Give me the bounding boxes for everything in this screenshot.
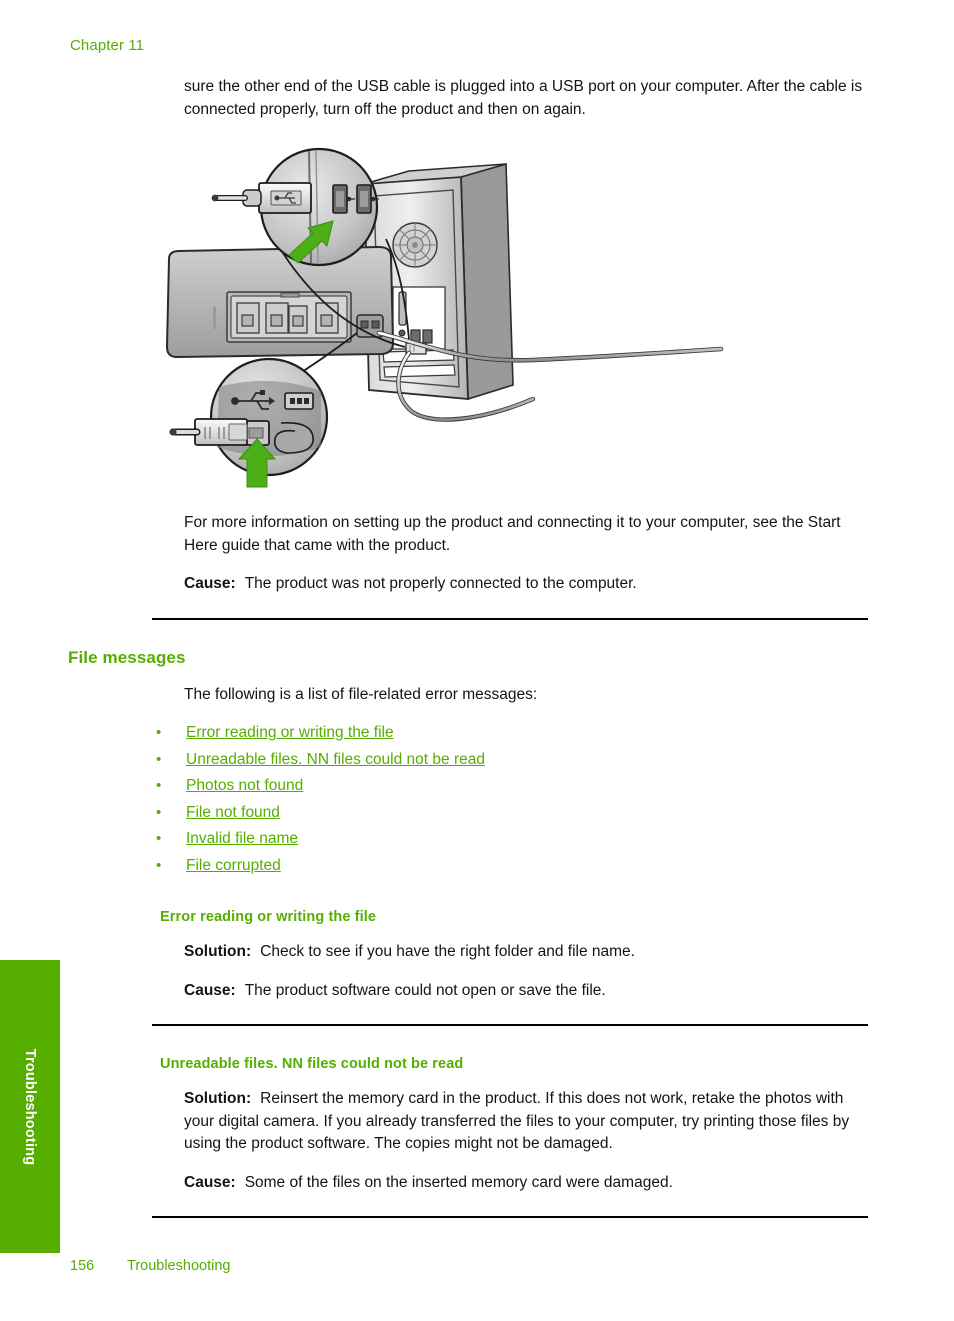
cause-label: Cause: (184, 1173, 236, 1191)
file-messages-intro: The following is a list of file-related … (184, 685, 538, 703)
side-tab-label: Troubleshooting (22, 1048, 38, 1165)
section-divider-1 (152, 617, 868, 620)
footer-section-label: Troubleshooting (127, 1258, 231, 1274)
after-figure-paragraph: For more information on setting up the p… (184, 514, 841, 554)
usb-connection-diagram (165, 147, 724, 488)
heading-error-reading-or-writing-the-file: Error reading or writing the file (160, 909, 376, 925)
bullet-icon: • (156, 750, 162, 768)
link-invalid-file-name[interactable]: Invalid file name (186, 826, 298, 853)
bullet-icon: • (156, 803, 162, 821)
cause-label: Cause: (184, 981, 236, 999)
cause-text: The product was not properly connected t… (244, 575, 637, 592)
usb-plug-inserted-computer (211, 182, 312, 214)
solution-block-error-reading: Solution: Check to see if you have the ri… (184, 941, 874, 964)
solution-text: Reinsert the memory card in the product.… (184, 1090, 850, 1152)
solution-block-unreadable-files: Solution: Reinsert the memory card in the… (184, 1088, 874, 1156)
cause-block-usb: Cause: The product was not properly conne… (184, 573, 874, 596)
heading-file-messages: File messages (68, 647, 186, 667)
page-content: sure the other end of the USB cable is p… (68, 76, 874, 1218)
link-file-not-found[interactable]: File not found (186, 800, 280, 827)
bullet-icon: • (156, 856, 162, 874)
list-item[interactable]: • File corrupted (156, 853, 874, 880)
bullet-icon: • (156, 777, 162, 794)
cause-block-unreadable-files: Cause: Some of the files on the inserted … (184, 1172, 874, 1195)
solution-label: Solution: (184, 943, 252, 960)
list-item[interactable]: • File not found (156, 800, 874, 827)
list-item[interactable]: • Unreadable files. NN files could not b… (156, 747, 874, 774)
link-file-corrupted[interactable]: File corrupted (186, 853, 281, 880)
bullet-icon: • (156, 724, 162, 741)
chapter-running-head: Chapter 11 (70, 37, 145, 54)
cause-label: Cause: (184, 575, 236, 592)
list-item[interactable]: • Photos not found (156, 773, 874, 800)
section-divider-2 (152, 1024, 868, 1026)
footer-page-number: 156 (70, 1258, 95, 1274)
tower-fan-grille (392, 222, 438, 268)
printer-rear-door-latches (236, 302, 339, 334)
cause-text: Some of the files on the inserted memory… (244, 1173, 673, 1191)
solution-text: Check to see if you have the right folde… (260, 943, 635, 960)
usb-plug-inserted-product (169, 418, 248, 446)
link-error-reading-or-writing-the-file[interactable]: Error reading or writing the file (186, 720, 394, 747)
section-divider-3 (152, 1216, 868, 1218)
side-tab-troubleshooting: Troubleshooting (0, 960, 60, 1253)
cause-block-error-reading: Cause: The product software could not ope… (184, 980, 874, 1003)
intro-paragraph: sure the other end of the USB cable is p… (184, 78, 863, 118)
link-photos-not-found[interactable]: Photos not found (186, 773, 303, 800)
secondary-port (284, 392, 314, 410)
bullet-icon: • (156, 830, 162, 847)
page-footer: 156 Troubleshooting (70, 1258, 230, 1274)
list-item[interactable]: • Error reading or writing the file (156, 720, 874, 747)
usb-connection-figure (68, 147, 874, 497)
cause-text: The product software could not open or s… (244, 981, 606, 999)
list-item[interactable]: • Invalid file name (156, 826, 874, 853)
heading-unreadable-files: Unreadable files. NN files could not be … (160, 1056, 464, 1072)
solution-label: Solution: (184, 1090, 252, 1107)
file-messages-link-list: • Error reading or writing the file • Un… (156, 720, 874, 879)
link-unreadable-files[interactable]: Unreadable files. NN files could not be … (186, 747, 485, 774)
